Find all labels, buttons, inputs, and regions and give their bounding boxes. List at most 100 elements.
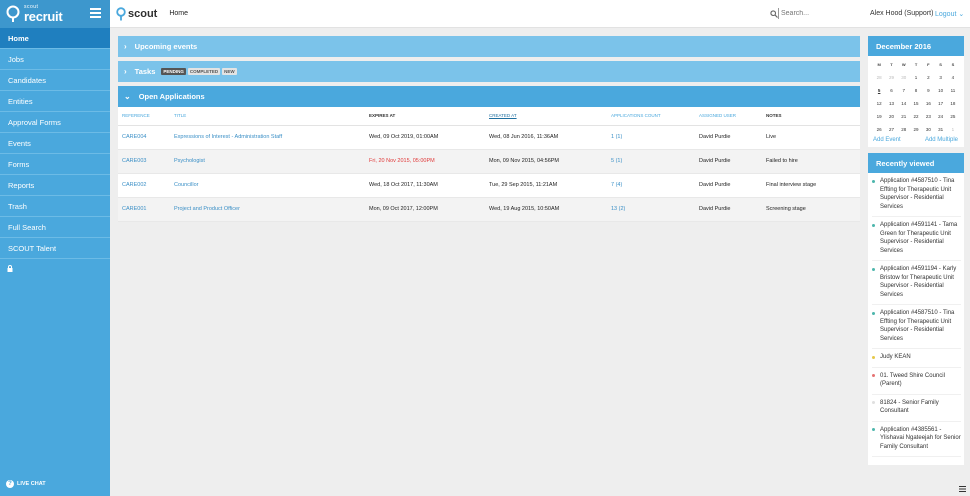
calendar-day[interactable]: 19 <box>873 112 885 121</box>
calendar-day[interactable]: 30 <box>922 125 934 134</box>
sidebar-item-home[interactable]: Home <box>0 28 110 49</box>
recently-viewed-item[interactable]: Application #4587510 - Tina Effting for … <box>872 309 961 349</box>
calendar-day[interactable]: 9 <box>922 86 934 95</box>
upcoming-events-panel[interactable]: › Upcoming events <box>118 36 860 57</box>
calendar-day[interactable]: 4 <box>947 73 959 82</box>
add-multiple-link[interactable]: Add Multiple <box>925 137 958 143</box>
calendar-day[interactable]: 28 <box>873 73 885 82</box>
sidebar-item-scout-talent[interactable]: SCOUT Talent <box>0 238 110 259</box>
calendar-day[interactable]: 1 <box>947 125 959 134</box>
table-row[interactable]: CARE001 Project and Product Officer Mon,… <box>118 197 860 222</box>
open-applications-panel[interactable]: ⌄ Open Applications <box>118 86 860 107</box>
cell-title[interactable]: Project and Product Officer <box>170 197 365 222</box>
table-row[interactable]: CARE003 Psychologist Fri, 20 Nov 2015, 0… <box>118 149 860 174</box>
add-event-link[interactable]: Add Event <box>873 137 901 143</box>
table-row[interactable]: CARE004 Expressions of Interest - Admini… <box>118 125 860 150</box>
cell-title[interactable]: Expressions of Interest - Administration… <box>170 125 365 150</box>
sidebar-item-reports[interactable]: Reports <box>0 175 110 196</box>
recently-viewed-item[interactable]: 81824 - Senior Family Consultant <box>872 399 961 422</box>
brand[interactable]: scout recruit <box>0 0 110 28</box>
tasks-completed-tab[interactable]: COMPLETED <box>187 68 221 75</box>
scout-pin-logo-icon <box>6 5 20 22</box>
tasks-title: Tasks <box>134 67 156 76</box>
calendar-day[interactable]: 8 <box>910 86 922 95</box>
calendar-day[interactable]: 12 <box>873 99 885 108</box>
calendar-day[interactable]: 27 <box>885 125 897 134</box>
cell-title[interactable]: Councillor <box>170 173 365 198</box>
calendar-day[interactable]: 16 <box>922 99 934 108</box>
upcoming-events-title: Upcoming events <box>134 42 198 51</box>
calendar-day[interactable]: 14 <box>898 99 910 108</box>
sidebar-item-events[interactable]: Events <box>0 133 110 154</box>
live-chat-button[interactable]: ? LIVE CHAT <box>6 480 46 488</box>
cell-user: David Purdie <box>695 125 762 150</box>
sidebar-item-trash[interactable]: Trash <box>0 196 110 217</box>
calendar-day[interactable]: 23 <box>922 112 934 121</box>
lock-toggle[interactable] <box>0 259 110 277</box>
col-created-at[interactable]: CREATED AT <box>485 107 607 126</box>
calendar-day[interactable]: 17 <box>934 99 946 108</box>
calendar-day[interactable]: 18 <box>947 99 959 108</box>
tasks-pending-tab[interactable]: PENDING <box>161 68 186 75</box>
col-assigned-user[interactable]: ASSIGNED USER <box>695 107 762 126</box>
logout-link[interactable]: Logout ⌄ <box>935 10 964 18</box>
calendar-day[interactable]: 31 <box>934 125 946 134</box>
hamburger-menu-icon[interactable] <box>90 8 101 18</box>
search-input[interactable] <box>778 8 838 19</box>
calendar-day[interactable]: 1 <box>910 73 922 82</box>
sidebar-item-entities[interactable]: Entities <box>0 91 110 112</box>
sidebar-item-forms[interactable]: Forms <box>0 154 110 175</box>
lock-icon <box>7 264 13 272</box>
col-expires-at[interactable]: EXPIRES AT <box>365 107 485 126</box>
cell-reference[interactable]: CARE004 <box>118 125 170 150</box>
cell-reference[interactable]: CARE001 <box>118 197 170 222</box>
cell-count[interactable]: 5 (1) <box>607 149 695 174</box>
breadcrumb[interactable]: Home <box>169 10 188 17</box>
sidebar-item-approval-forms[interactable]: Approval Forms <box>0 112 110 133</box>
tasks-panel[interactable]: › Tasks PENDING COMPLETED NEW <box>118 61 860 82</box>
calendar-day[interactable]: 6 <box>885 86 897 95</box>
list-menu-icon[interactable] <box>959 486 966 492</box>
recently-viewed-item[interactable]: Judy KEAN <box>872 353 961 368</box>
calendar-day[interactable]: 25 <box>947 112 959 121</box>
col-applications-count[interactable]: APPLICATIONS COUNT <box>607 107 695 126</box>
calendar-day[interactable]: 20 <box>885 112 897 121</box>
col-notes: NOTES <box>762 107 860 126</box>
search-icon[interactable] <box>770 9 778 18</box>
recently-viewed-item[interactable]: Application #4587510 - Tina Effting for … <box>872 177 961 217</box>
calendar-day[interactable]: 10 <box>934 86 946 95</box>
calendar-day[interactable]: 24 <box>934 112 946 121</box>
calendar-day[interactable]: 22 <box>910 112 922 121</box>
sidebar-item-full-search[interactable]: Full Search <box>0 217 110 238</box>
calendar-day[interactable]: 26 <box>873 125 885 134</box>
table-row[interactable]: CARE002 Councillor Wed, 18 Oct 2017, 11:… <box>118 173 860 198</box>
cell-count[interactable]: 7 (4) <box>607 173 695 198</box>
calendar-day[interactable]: 7 <box>898 86 910 95</box>
cell-title[interactable]: Psychologist <box>170 149 365 174</box>
calendar-day[interactable]: 28 <box>898 125 910 134</box>
calendar-day[interactable]: 13 <box>885 99 897 108</box>
calendar-day[interactable]: 11 <box>947 86 959 95</box>
scout-logo[interactable]: scout <box>116 6 157 21</box>
col-reference[interactable]: REFERENCE <box>118 107 170 126</box>
recently-viewed-item[interactable]: Application #4591141 - Tama Green for Th… <box>872 221 961 261</box>
calendar-day[interactable]: 29 <box>910 125 922 134</box>
cell-reference[interactable]: CARE002 <box>118 173 170 198</box>
tasks-new-tab[interactable]: NEW <box>222 68 237 75</box>
recently-viewed-item[interactable]: Application #4591194 - Karly Bristow for… <box>872 265 961 305</box>
calendar-day[interactable]: 21 <box>898 112 910 121</box>
cell-reference[interactable]: CARE003 <box>118 149 170 174</box>
recently-viewed-item[interactable]: Application #4385561 - Ylishavai Ngateej… <box>872 426 961 457</box>
calendar-day[interactable]: 30 <box>898 73 910 82</box>
col-title[interactable]: TITLE <box>170 107 365 126</box>
calendar-day[interactable]: 15 <box>910 99 922 108</box>
sidebar-item-candidates[interactable]: Candidates <box>0 70 110 91</box>
recently-viewed-item[interactable]: 01. Tweed Shire Council (Parent) <box>872 372 961 395</box>
sidebar-item-jobs[interactable]: Jobs <box>0 49 110 70</box>
calendar-day[interactable]: 2 <box>922 73 934 82</box>
calendar-day[interactable]: 5 <box>873 86 885 95</box>
cell-count[interactable]: 1 (1) <box>607 125 695 150</box>
calendar-day[interactable]: 3 <box>934 73 946 82</box>
cell-count[interactable]: 13 (2) <box>607 197 695 222</box>
calendar-day[interactable]: 29 <box>885 73 897 82</box>
